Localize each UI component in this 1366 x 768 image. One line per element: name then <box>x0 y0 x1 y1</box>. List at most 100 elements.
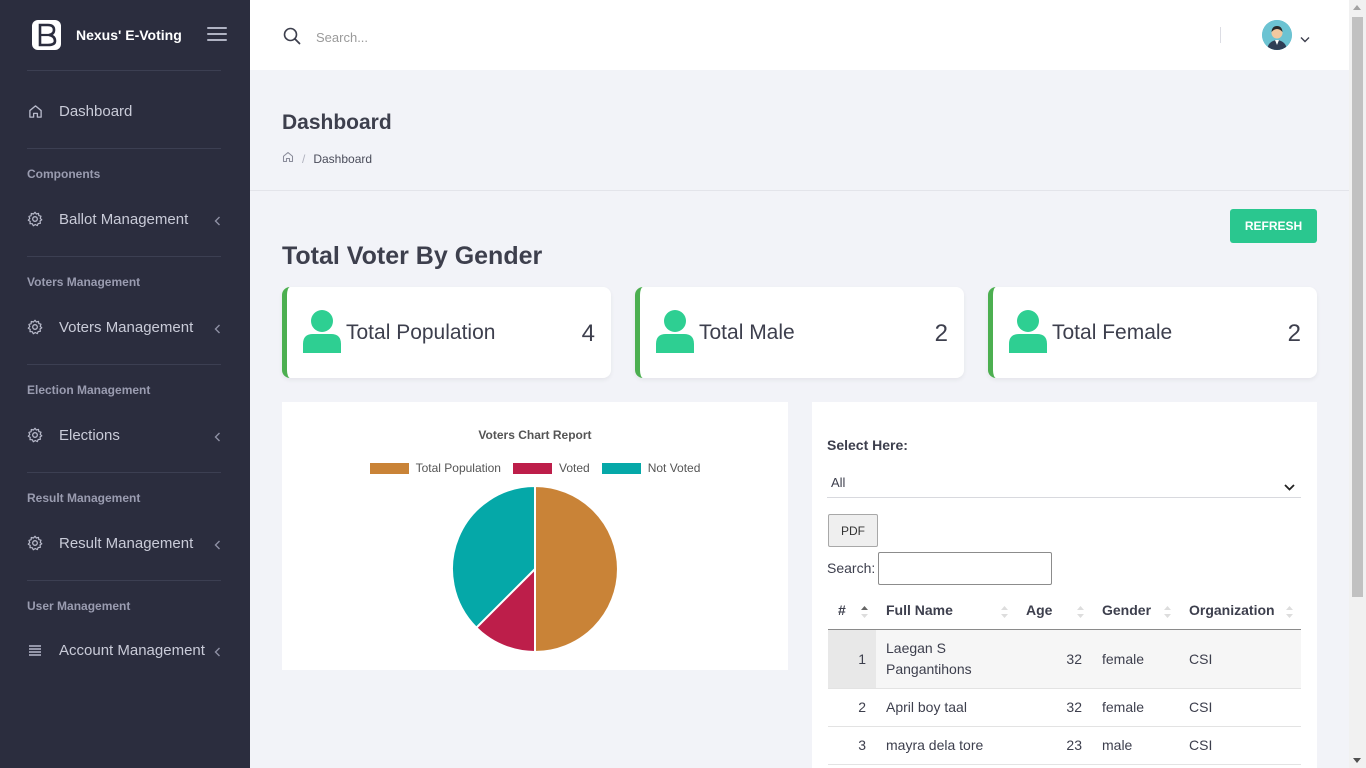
cell-organization: CSI <box>1179 629 1301 689</box>
list-icon <box>27 642 43 658</box>
cell-full-name: April boy taal <box>876 688 1016 727</box>
section-label-user: User Management <box>27 599 131 613</box>
person-icon <box>1009 310 1047 358</box>
cell-full-name: Laegan S Pangantihons <box>876 629 1016 689</box>
section-label-voters: Voters Management <box>27 275 141 289</box>
search-input[interactable] <box>316 26 716 48</box>
column-header-label: Full Name <box>886 602 953 619</box>
column-header-label: Age <box>1026 602 1053 619</box>
chevron-left-icon <box>214 537 221 554</box>
section-label-election: Election Management <box>27 383 151 397</box>
brand: Nexus' E-Voting <box>0 0 250 70</box>
cell-gender: female <box>1092 688 1179 727</box>
gear-icon <box>27 427 43 443</box>
chevron-left-icon <box>214 429 221 446</box>
sidebar-item-elections[interactable]: Elections <box>0 415 250 455</box>
page-header: Dashboard / Dashboard <box>250 70 1349 191</box>
sidebar-item-result-management[interactable]: Result Management <box>0 523 250 563</box>
sidebar-item-label: Voters Management <box>59 318 194 336</box>
sort-icon <box>1077 605 1084 621</box>
sort-icon <box>1164 605 1171 621</box>
pie-slice-total-population[interactable] <box>534 484 619 654</box>
gear-icon <box>27 535 43 551</box>
cell-gender: female <box>1092 629 1179 689</box>
pdf-button[interactable]: PDF <box>828 514 878 547</box>
home-icon[interactable] <box>282 151 294 166</box>
gear-icon <box>27 211 43 227</box>
stat-card-total-female: Total Female 2 <box>988 287 1317 378</box>
person-icon <box>303 310 341 358</box>
cell-age: 32 <box>1016 629 1092 689</box>
sidebar-item-account-management[interactable]: Account Management <box>0 630 250 670</box>
column-header-gender[interactable]: Gender <box>1092 592 1179 630</box>
column-header-full-name[interactable]: Full Name <box>876 592 1016 630</box>
divider <box>27 148 221 149</box>
cell-full-name: mayra dela tore <box>876 726 1016 765</box>
stat-card-total-male: Total Male 2 <box>635 287 964 378</box>
cell-organization: CSI <box>1179 688 1301 727</box>
person-icon <box>656 310 694 358</box>
breadcrumb-current: Dashboard <box>313 151 373 166</box>
divider <box>27 70 221 71</box>
sort-asc-icon <box>861 605 868 621</box>
chevron-down-icon <box>1284 479 1295 494</box>
sidebar-item-label: Account Management <box>59 641 205 659</box>
voters-chart-panel: Voters Chart Report Total Population Vot… <box>282 402 788 670</box>
sort-icon <box>1001 605 1008 621</box>
cell-age: 32 <box>1016 688 1092 727</box>
cell-gender: male <box>1092 726 1179 765</box>
app-name: Nexus' E-Voting <box>76 27 182 43</box>
breadcrumb: / Dashboard <box>282 151 372 166</box>
page-title: Dashboard <box>282 111 392 134</box>
page-scrollbar[interactable] <box>1349 0 1366 768</box>
scroll-up-arrow-icon[interactable] <box>1353 5 1361 10</box>
divider <box>27 580 221 581</box>
column-header-label: Gender <box>1102 602 1152 619</box>
scroll-down-arrow-icon[interactable] <box>1353 758 1361 763</box>
column-header-age[interactable]: Age <box>1016 592 1092 630</box>
sidebar-item-dashboard[interactable]: Dashboard <box>0 91 250 131</box>
table-row[interactable]: 3 mayra dela tore 23 male CSI <box>828 726 1301 765</box>
refresh-button[interactable]: REFRESH <box>1230 209 1317 243</box>
app-logo-icon <box>32 20 61 50</box>
cell-no: 3 <box>828 726 876 765</box>
table-row[interactable]: 1 Laegan S Pangantihons 32 female CSI <box>828 629 1301 689</box>
sidebar-item-ballot-management[interactable]: Ballot Management <box>0 199 250 239</box>
column-header-label: # <box>838 602 846 619</box>
column-header-organization[interactable]: Organization <box>1179 592 1301 630</box>
section-label-result: Result Management <box>27 491 141 505</box>
chevron-down-icon[interactable] <box>1300 30 1310 48</box>
column-header-label: Organization <box>1189 602 1275 619</box>
search-icon[interactable] <box>283 27 301 50</box>
divider <box>27 256 221 257</box>
stat-card-total-population: Total Population 4 <box>282 287 611 378</box>
breadcrumb-separator: / <box>302 151 306 166</box>
chevron-left-icon <box>214 321 221 338</box>
avatar[interactable] <box>1262 20 1292 50</box>
chevron-left-icon <box>214 644 221 661</box>
table-row[interactable]: 2 April boy taal 32 female CSI <box>828 688 1301 727</box>
table-search-input[interactable] <box>878 552 1052 585</box>
stat-value: 2 <box>934 320 948 347</box>
select-value: All <box>831 475 846 490</box>
sidebar-item-voters-management[interactable]: Voters Management <box>0 307 250 347</box>
gear-icon <box>27 319 43 335</box>
cell-age: 23 <box>1016 726 1092 765</box>
pie-chart <box>451 484 619 654</box>
section-label-components: Components <box>27 167 101 181</box>
hamburger-menu-icon[interactable] <box>207 27 227 45</box>
sidebar-item-label: Dashboard <box>59 102 133 120</box>
scrollbar-thumb[interactable] <box>1352 17 1363 597</box>
cell-no: 2 <box>828 688 876 727</box>
sidebar-item-label: Elections <box>59 426 120 444</box>
column-header-no[interactable]: # <box>828 592 876 630</box>
filter-select[interactable]: All <box>827 468 1301 498</box>
sidebar-item-label: Result Management <box>59 534 194 552</box>
sidebar-item-label: Ballot Management <box>59 210 189 228</box>
stat-label: Total Male <box>699 321 795 344</box>
sort-icon <box>1286 605 1293 621</box>
section-title: Total Voter By Gender <box>282 242 543 270</box>
divider <box>1220 27 1221 43</box>
chevron-left-icon <box>214 213 221 230</box>
voters-table-panel: Select Here: All PDF Search: # Full Name… <box>812 402 1317 768</box>
